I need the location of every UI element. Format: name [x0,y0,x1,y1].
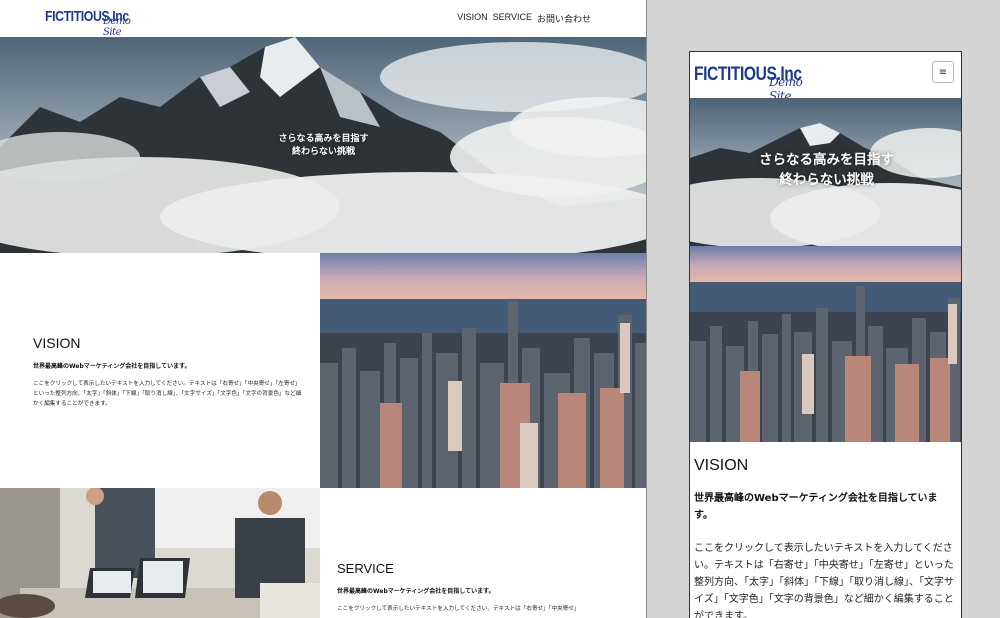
global-nav: VISION SERVICE お問い合わせ [457,12,591,25]
vision-body[interactable]: ここをクリックして表示したいテキストを入力してください。テキストは「右寄せ」「中… [33,379,303,409]
service-title: SERVICE [337,561,394,576]
vision-title: VISION [33,335,81,351]
mobile-vision-title: VISION [694,457,749,474]
mobile-site-logo[interactable]: FICTITIOUS.Inc Demo Site [694,64,825,103]
mobile-preview: FICTITIOUS.Inc Demo Site ≡ さらなる高みを目指す 終わ… [689,51,962,618]
service-section: SERVICE 世界最高峰のWebマーケティング会社を目指しています。 ここをク… [0,488,646,618]
mobile-vision-body[interactable]: ここをクリックして表示したいテキストを入力してください。テキストは「右寄せ」「中… [694,540,958,618]
mobile-vision-subtitle: 世界最高峰のWebマーケティング会社を目指しています。 [694,493,938,521]
hero-catchcopy: さらなる高みを目指す 終わらない挑戦 [278,134,369,157]
city-image [320,253,646,488]
nav-item-service[interactable]: SERVICE [493,12,532,25]
mobile-city-image [690,246,961,442]
mobile-hero-section: さらなる高みを目指す 終わらない挑戦 [690,98,961,246]
desktop-preview: FICTITIOUS.Inc Demo Site VISION SERVICE … [0,0,647,618]
vision-section: VISION 世界最高峰のWebマーケティング会社を目指しています。 ここをクリ… [0,253,646,488]
service-subtitle: 世界最高峰のWebマーケティング会社を目指しています。 [337,588,495,595]
mobile-hero-catchcopy: さらなる高みを目指す 終わらない挑戦 [759,152,894,188]
nav-item-contact[interactable]: お問い合わせ [537,12,591,25]
hero-section: さらなる高みを目指す 終わらない挑戦 [0,37,646,253]
nav-item-vision[interactable]: VISION [457,12,488,25]
office-meeting-image [0,488,320,618]
site-header: FICTITIOUS.Inc Demo Site VISION SERVICE … [0,0,646,38]
logo-tagline: Demo Site [103,16,131,38]
service-body[interactable]: ここをクリックして表示したいテキストを入力してください。テキストは「右寄せ」「中… [337,604,627,614]
vision-subtitle: 世界最高峰のWebマーケティング会社を目指しています。 [33,363,191,370]
hamburger-icon[interactable]: ≡ [932,61,954,83]
mockup-canvas: FICTITIOUS.Inc Demo Site VISION SERVICE … [0,0,1000,618]
site-logo[interactable]: FICTITIOUS.Inc Demo Site [45,8,147,38]
